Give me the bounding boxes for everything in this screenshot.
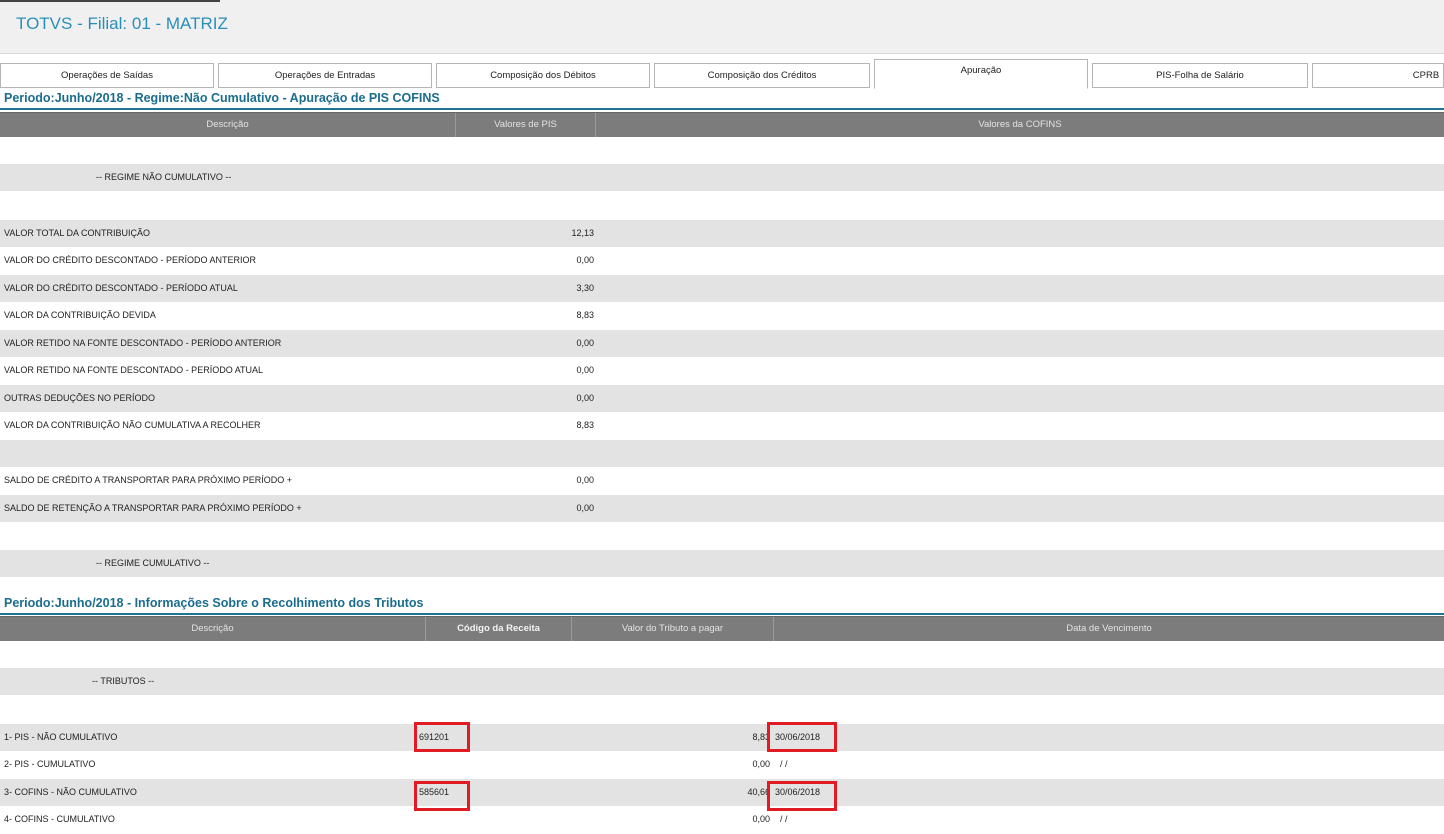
col-header-valor-tributo: Valor do Tributo a pagar — [572, 617, 774, 641]
col-header-valores-pis: Valores de PIS — [456, 113, 596, 137]
table-row: VALOR DA CONTRIBUIÇÃO DEVIDA 8,83 — [0, 302, 1444, 329]
table-row — [0, 696, 1444, 723]
apuracao-table-header: Descrição Valores de PIS Valores da COFI… — [0, 112, 1444, 137]
row-pis-value: 8,83 — [576, 420, 594, 430]
tab-bar: Operações de Saídas Operações de Entrada… — [0, 59, 1444, 89]
row-pis-value: 0,00 — [576, 338, 594, 348]
row-valor-tributo: 8,83 — [752, 732, 770, 742]
table-row: VALOR DO CRÉDITO DESCONTADO - PERÍODO AN… — [0, 247, 1444, 274]
row-pis-value: 0,00 — [576, 393, 594, 403]
tab-operacoes-entradas[interactable]: Operações de Entradas — [218, 63, 432, 88]
row-valor-tributo: 0,00 — [752, 759, 770, 769]
table-row: -- REGIME CUMULATIVO -- — [0, 550, 1444, 577]
recolhimento-table-header: Descrição Código da Receita Valor do Tri… — [0, 616, 1444, 641]
row-data-vencimento: / / — [780, 759, 788, 769]
row-pis-value: 0,00 — [576, 503, 594, 513]
tab-pis-folha-salario[interactable]: PIS-Folha de Salário — [1092, 63, 1308, 88]
col-header-descricao: Descrição — [0, 617, 426, 641]
tab-composicao-debitos[interactable]: Composição dos Débitos — [436, 63, 650, 88]
table-row: VALOR RETIDO NA FONTE DESCONTADO - PERÍO… — [0, 357, 1444, 384]
table-row: 1- PIS - NÃO CUMULATIVO 691201 8,83 30/0… — [0, 724, 1444, 751]
table-row — [0, 192, 1444, 219]
col-header-valores-cofins: Valores da COFINS — [978, 119, 1062, 130]
recolhimento-section-title: Periodo:Junho/2018 - Informações Sobre o… — [0, 595, 1444, 615]
app-header: TOTVS - Filial: 01 - MATRIZ — [0, 0, 1444, 54]
table-row: VALOR DO CRÉDITO DESCONTADO - PERÍODO AT… — [0, 275, 1444, 302]
table-row: SALDO DE RETENÇÃO A TRANSPORTAR PARA PRÓ… — [0, 495, 1444, 522]
table-row — [0, 522, 1444, 549]
highlight-box-vencimento-cofins — [767, 781, 837, 811]
app-title: TOTVS - Filial: 01 - MATRIZ — [16, 14, 228, 33]
table-row: -- REGIME NÃO CUMULATIVO -- — [0, 164, 1444, 191]
tab-cprb[interactable]: CPRB — [1312, 63, 1444, 88]
col-header-descricao: Descrição — [0, 113, 456, 137]
col-header-codigo-receita: Código da Receita — [426, 617, 572, 641]
col-header-data-vencimento: Data de Vencimento — [1066, 623, 1152, 634]
row-pis-value: 3,30 — [576, 283, 594, 293]
row-description: -- REGIME NÃO CUMULATIVO -- — [96, 172, 232, 182]
table-row: OUTRAS DEDUÇÕES NO PERÍODO 0,00 — [0, 385, 1444, 412]
table-row: 3- COFINS - NÃO CUMULATIVO 585601 40,66 … — [0, 779, 1444, 806]
tab-apuracao[interactable]: Apuração — [874, 59, 1088, 89]
table-row — [0, 641, 1444, 668]
tab-operacoes-saidas[interactable]: Operações de Saídas — [0, 63, 214, 88]
table-row: SALDO DE CRÉDITO A TRANSPORTAR PARA PRÓX… — [0, 467, 1444, 494]
row-pis-value: 12,13 — [571, 228, 594, 238]
row-pis-value: 8,83 — [576, 310, 594, 320]
header-accent-line — [0, 0, 220, 2]
table-row: VALOR DA CONTRIBUIÇÃO NÃO CUMULATIVA A R… — [0, 412, 1444, 439]
highlight-box-codigo-pis — [414, 722, 470, 752]
row-valor-tributo: 0,00 — [752, 814, 770, 824]
row-pis-value: 0,00 — [576, 365, 594, 375]
table-row: 2- PIS - CUMULATIVO 0,00 / / — [0, 751, 1444, 778]
tab-composicao-creditos[interactable]: Composição dos Créditos — [654, 63, 870, 88]
table-row: -- TRIBUTOS -- — [0, 668, 1444, 695]
row-description: -- TRIBUTOS -- — [92, 676, 155, 686]
row-pis-value: 0,00 — [576, 255, 594, 265]
table-row — [0, 137, 1444, 164]
table-row: VALOR TOTAL DA CONTRIBUIÇÃO 12,13 — [0, 220, 1444, 247]
row-description: -- REGIME CUMULATIVO -- — [96, 558, 210, 568]
highlight-box-codigo-cofins — [414, 781, 470, 811]
highlight-box-vencimento-pis — [767, 722, 837, 752]
row-pis-value: 0,00 — [576, 475, 594, 485]
table-row: 4- COFINS - CUMULATIVO 0,00 / / — [0, 806, 1444, 833]
apuracao-section-title: Periodo:Junho/2018 - Regime:Não Cumulati… — [0, 90, 1444, 110]
row-valor-tributo: 40,66 — [747, 787, 770, 797]
table-row: VALOR RETIDO NA FONTE DESCONTADO - PERÍO… — [0, 330, 1444, 357]
table-row — [0, 440, 1444, 467]
